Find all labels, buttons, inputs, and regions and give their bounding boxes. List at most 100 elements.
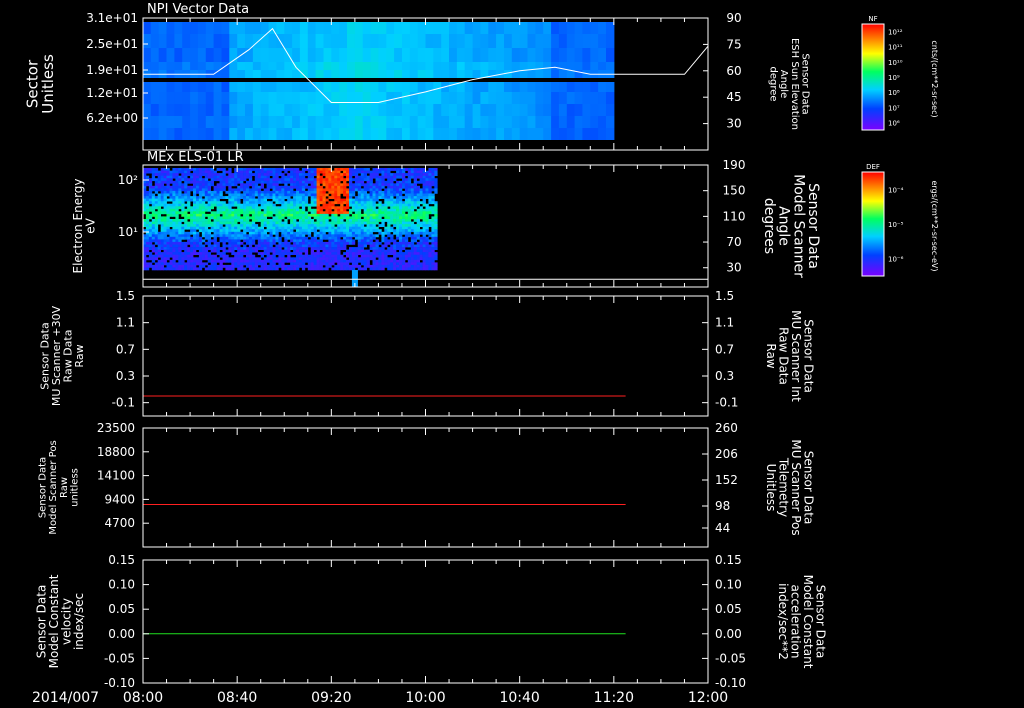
heatmap-cell <box>334 193 338 197</box>
heatmap-cell <box>193 213 197 217</box>
heatmap-cell <box>316 206 320 210</box>
heatmap-cell <box>413 170 417 174</box>
heatmap-cell <box>337 259 341 263</box>
heatmap-cell <box>225 264 229 268</box>
heatmap-cell <box>307 34 317 48</box>
heatmap-cell <box>404 193 409 197</box>
heatmap-cell <box>172 244 176 248</box>
heatmap-cell <box>328 216 332 220</box>
heatmap-cell <box>293 241 297 245</box>
heatmap-cell <box>316 211 320 215</box>
heatmap-cell <box>151 175 156 179</box>
heatmap-cell <box>254 211 259 215</box>
heatmap-cell <box>413 201 417 205</box>
heatmap-cell <box>431 259 435 263</box>
heatmap-cell <box>425 180 429 184</box>
heatmap-cell <box>362 116 372 128</box>
heatmap-cell <box>184 175 188 179</box>
heatmap-cell <box>434 254 438 258</box>
heatmap-cell <box>275 267 279 271</box>
left-tick-label: 1.2e+01 <box>86 86 138 100</box>
heatmap-cell <box>160 247 164 250</box>
heatmap-cell <box>205 62 215 70</box>
heatmap-cell <box>337 254 341 258</box>
heatmap-cell <box>145 226 150 230</box>
heatmap-cell <box>290 206 294 210</box>
heatmap-cell <box>145 193 150 197</box>
heatmap-cell <box>325 185 329 189</box>
heatmap-cell <box>316 208 320 212</box>
heatmap-cell <box>204 178 209 182</box>
heatmap-cell <box>337 257 341 261</box>
heatmap-cell <box>281 178 285 182</box>
heatmap-cell <box>260 234 264 238</box>
heatmap-cell <box>166 170 170 174</box>
heatmap-cell <box>422 231 426 235</box>
heatmap-cell <box>216 244 220 248</box>
heatmap-cell <box>260 221 264 225</box>
heatmap-cell <box>346 231 350 235</box>
heatmap-cell <box>228 211 232 215</box>
heatmap-cell <box>390 180 394 184</box>
heatmap-cell <box>263 208 267 212</box>
heatmap-cell <box>349 178 353 182</box>
heatmap-cell <box>240 249 244 253</box>
heatmap-cell <box>275 219 279 222</box>
heatmap-cell <box>369 170 373 174</box>
heatmap-cell <box>310 221 314 225</box>
heatmap-cell <box>407 183 412 187</box>
heatmap-cell <box>393 188 397 192</box>
heatmap-cell <box>184 231 188 235</box>
heatmap-cell <box>246 201 250 205</box>
heatmap-cell <box>399 190 403 194</box>
heatmap-cell <box>172 170 176 174</box>
heatmap-cell <box>425 244 429 248</box>
heatmap-cell <box>251 173 256 176</box>
heatmap-cell <box>425 196 429 199</box>
heatmap-cell <box>396 219 400 222</box>
heatmap-cell <box>169 170 173 174</box>
heatmap-cell <box>399 170 403 174</box>
heatmap-cell <box>231 239 235 243</box>
heatmap-cell <box>334 229 338 233</box>
heatmap-cell <box>234 216 238 220</box>
right-tick-label: 260 <box>715 421 738 435</box>
heatmap-cell <box>299 116 309 128</box>
heatmap-cell <box>157 244 161 248</box>
heatmap-cell <box>166 62 175 70</box>
heatmap-cell <box>260 193 264 197</box>
heatmap-cell <box>254 193 259 197</box>
right-tick-label: 30 <box>726 261 741 275</box>
heatmap-cell <box>346 206 350 210</box>
heatmap-cell <box>174 128 183 140</box>
heatmap-cell <box>334 226 338 230</box>
heatmap-cell <box>331 224 335 227</box>
heatmap-cell <box>237 175 241 179</box>
heatmap-cell <box>346 259 350 263</box>
heatmap-cell <box>310 241 314 245</box>
heatmap-cell <box>402 239 406 243</box>
heatmap-cell <box>357 249 362 253</box>
heatmap-cell <box>210 224 214 227</box>
heatmap-cell <box>172 183 176 187</box>
heatmap-cell <box>381 185 385 189</box>
heatmap-cell <box>293 219 297 222</box>
heatmap-cell <box>207 188 211 192</box>
heatmap-cell <box>260 231 264 235</box>
heatmap-cell <box>372 229 376 233</box>
heatmap-cell <box>172 221 176 225</box>
heatmap-cell <box>272 193 276 197</box>
heatmap-cell <box>145 180 150 184</box>
heatmap-cell <box>431 201 435 205</box>
heatmap-cell <box>251 262 256 266</box>
heatmap-cell <box>281 201 285 205</box>
heatmap-cell <box>325 183 329 187</box>
heatmap-cell <box>316 196 320 199</box>
heatmap-cell <box>163 257 167 261</box>
heatmap-cell <box>369 257 373 261</box>
heatmap-cell <box>204 219 209 222</box>
axis-title-line: Unitless <box>39 54 57 114</box>
heatmap-cell <box>346 196 350 199</box>
heatmap-cell <box>193 211 197 215</box>
heatmap-cell <box>278 193 282 197</box>
